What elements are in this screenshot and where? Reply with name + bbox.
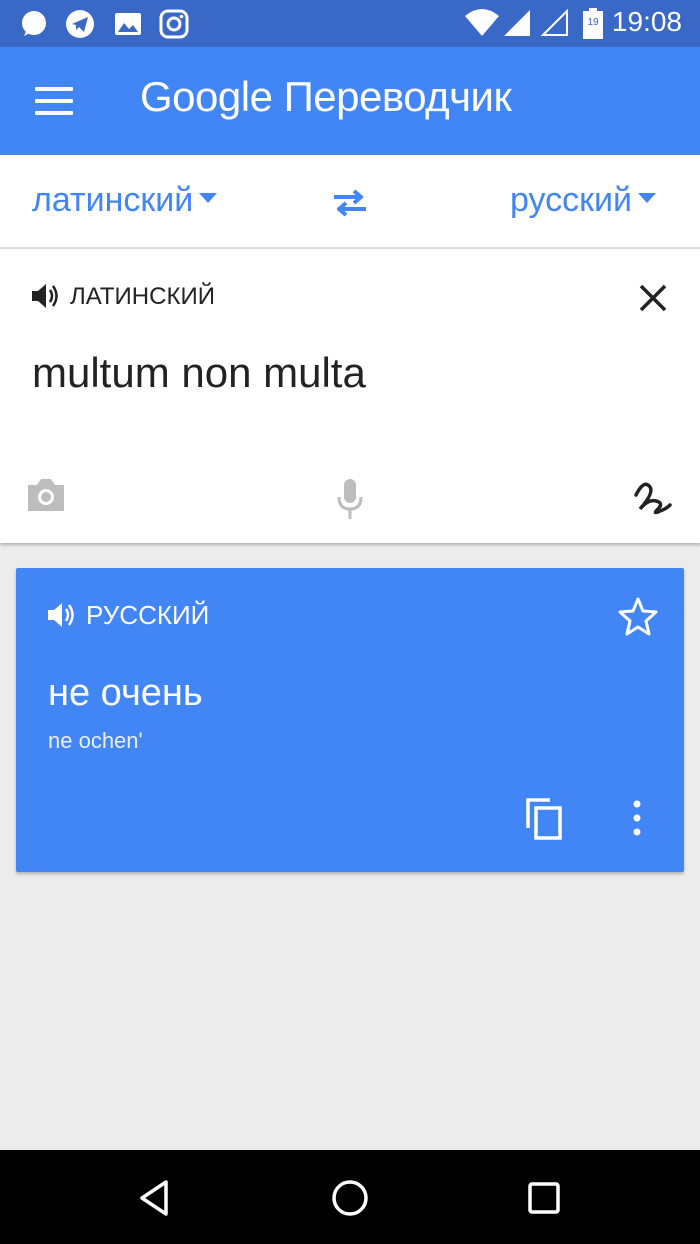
signal-empty-icon bbox=[540, 8, 568, 36]
svg-text:19: 19 bbox=[587, 17, 599, 28]
app-bar: Google Переводчик bbox=[0, 47, 700, 155]
star-icon[interactable] bbox=[618, 596, 658, 636]
target-language-selector[interactable]: русский bbox=[510, 181, 657, 220]
source-language-label: латинский bbox=[32, 181, 194, 219]
close-icon[interactable] bbox=[636, 281, 670, 315]
wifi-icon bbox=[465, 9, 499, 36]
speaker-icon[interactable] bbox=[46, 600, 78, 630]
copy-icon[interactable] bbox=[524, 796, 564, 842]
language-bar: латинский русский bbox=[0, 155, 700, 249]
swap-icon[interactable] bbox=[330, 187, 370, 219]
status-bar: 19 19:08 bbox=[0, 0, 700, 47]
back-icon[interactable] bbox=[134, 1176, 178, 1220]
target-language-label: русский bbox=[510, 181, 633, 219]
menu-icon[interactable] bbox=[35, 87, 73, 117]
translation-card[interactable]: РУССКИЙ не очень ne ochen' bbox=[16, 568, 684, 872]
chevron-down-icon bbox=[199, 193, 218, 204]
transliteration-text: ne ochen' bbox=[48, 728, 143, 753]
handwriting-icon[interactable] bbox=[630, 477, 674, 517]
source-language-selector[interactable]: латинский bbox=[32, 181, 218, 220]
signal-icon bbox=[504, 10, 530, 36]
mic-icon[interactable] bbox=[334, 477, 366, 521]
app-title: Google Переводчик bbox=[140, 73, 512, 120]
navigation-bar bbox=[0, 1150, 700, 1244]
instagram-icon bbox=[159, 9, 189, 39]
chevron-down-icon bbox=[638, 193, 657, 204]
speaker-icon[interactable] bbox=[30, 281, 62, 311]
gallery-icon bbox=[115, 13, 141, 35]
chat-icon bbox=[22, 11, 46, 36]
camera-icon[interactable] bbox=[24, 475, 68, 515]
source-language-heading: ЛАТИНСКИЙ bbox=[70, 283, 215, 310]
source-text-input[interactable]: multum non multa bbox=[32, 349, 366, 397]
more-icon[interactable] bbox=[628, 798, 646, 838]
recents-icon[interactable] bbox=[522, 1176, 566, 1220]
battery-icon: 19 bbox=[583, 8, 603, 39]
translation-text: не очень bbox=[48, 672, 203, 714]
home-icon[interactable] bbox=[328, 1176, 372, 1220]
target-language-heading: РУССКИЙ bbox=[86, 600, 210, 630]
telegram-icon bbox=[66, 10, 94, 38]
input-card: ЛАТИНСКИЙ multum non multa bbox=[0, 249, 700, 543]
clock: 19:08 bbox=[611, 6, 682, 37]
